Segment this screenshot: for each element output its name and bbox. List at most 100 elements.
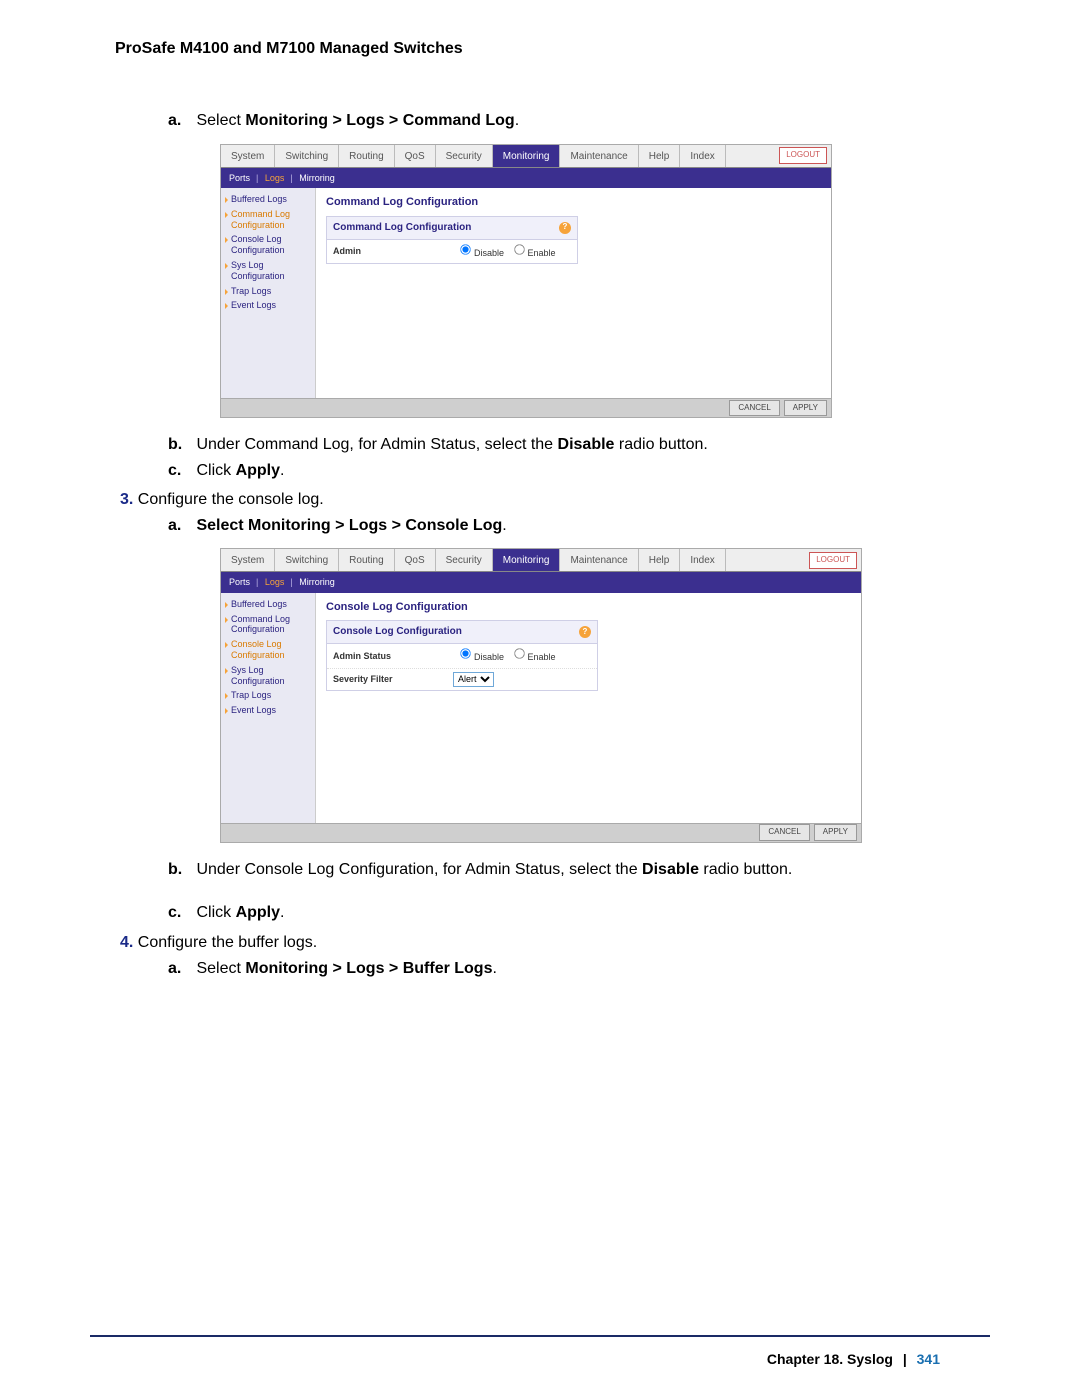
step-label: a. [168, 513, 192, 539]
step-b1: b. Under Command Log, for Admin Status, … [120, 432, 990, 458]
subtab-ports[interactable]: Ports [229, 173, 250, 183]
period: . [280, 904, 284, 921]
subtab-logs[interactable]: Logs [265, 173, 285, 183]
tab-qos[interactable]: QoS [395, 145, 436, 167]
cancel-button[interactable]: CANCEL [759, 824, 809, 841]
period: . [515, 112, 519, 129]
document-header: ProSafe M4100 and M7100 Managed Switches [90, 40, 990, 108]
tab-switching[interactable]: Switching [275, 145, 339, 167]
config-panel: Command Log Configuration ? Admin Disabl… [326, 216, 578, 264]
step-label: a. [168, 108, 192, 134]
tab-maintenance[interactable]: Maintenance [560, 549, 638, 571]
logout-button[interactable]: LOGOUT [779, 147, 827, 164]
tab-monitoring[interactable]: Monitoring [493, 145, 561, 167]
tab-security[interactable]: Security [436, 145, 493, 167]
step-bold: Monitoring > Logs > Command Log [245, 112, 514, 129]
tab-system[interactable]: System [221, 145, 275, 167]
step-text: Configure the console log. [138, 491, 324, 508]
step-text: Under Console Log Configuration, for Adm… [196, 861, 560, 878]
step-a2: a. Select Monitoring > Logs > Console Lo… [120, 513, 990, 539]
subtab-sep: | [290, 173, 292, 183]
subtab-mirroring[interactable]: Mirroring [299, 577, 335, 587]
admin-label: Admin [333, 244, 453, 258]
period: . [492, 960, 496, 977]
step-c2: c. Click Apply. [120, 900, 990, 926]
sidebar: Buffered Logs Command Log Configuration … [221, 593, 316, 823]
comma: , select the [560, 861, 642, 878]
step-label: c. [168, 458, 192, 484]
content-title: Console Log Configuration [326, 599, 851, 617]
step-bold: Apply [236, 904, 280, 921]
tab-maintenance[interactable]: Maintenance [560, 145, 638, 167]
content-area: Command Log Configuration Command Log Co… [316, 188, 831, 398]
tab-qos[interactable]: QoS [395, 549, 436, 571]
severity-controls: Alert [453, 672, 591, 687]
radio-disable-label: Disable [474, 652, 504, 662]
subtab-mirroring[interactable]: Mirroring [299, 173, 335, 183]
radio-disable[interactable] [460, 244, 470, 254]
sidebar-item-trap-logs[interactable]: Trap Logs [223, 688, 313, 703]
tab-index[interactable]: Index [680, 549, 725, 571]
radio-enable-label: Enable [528, 248, 556, 258]
tab-monitoring[interactable]: Monitoring [493, 549, 561, 571]
step-number: 4. [120, 934, 133, 951]
step-c1: c. Click Apply. [120, 458, 990, 484]
tab-help[interactable]: Help [639, 145, 681, 167]
severity-select[interactable]: Alert [453, 672, 494, 687]
tab-switching[interactable]: Switching [275, 549, 339, 571]
sidebar-item-trap-logs[interactable]: Trap Logs [223, 284, 313, 299]
tab-routing[interactable]: Routing [339, 145, 394, 167]
step-bold: Disable [642, 861, 699, 878]
apply-button[interactable]: APPLY [784, 400, 827, 417]
sidebar-item-command-log[interactable]: Command Log Configuration [223, 612, 313, 638]
step-bold: Select Monitoring > Logs > Console Log [196, 517, 502, 534]
tab-routing[interactable]: Routing [339, 549, 394, 571]
main-tabs: System Switching Routing QoS Security Mo… [221, 145, 831, 168]
radio-enable[interactable] [514, 649, 524, 659]
step-label: b. [168, 857, 192, 883]
sidebar-item-buffered-logs[interactable]: Buffered Logs [223, 597, 313, 612]
tab-security[interactable]: Security [436, 549, 493, 571]
footer-rule [90, 1335, 990, 1337]
admin-row: Admin Disable Enable [327, 240, 577, 263]
step-a1: a. Select Monitoring > Logs > Command Lo… [120, 108, 990, 134]
severity-row: Severity Filter Alert [327, 669, 597, 690]
cancel-button[interactable]: CANCEL [729, 400, 779, 417]
instructions: a. Select Monitoring > Logs > Command Lo… [90, 108, 990, 981]
tab-help[interactable]: Help [639, 549, 681, 571]
sidebar-item-console-log[interactable]: Console Log Configuration [223, 232, 313, 258]
step-bold: Monitoring > Logs > Buffer Logs [245, 960, 492, 977]
step-b2: b. Under Console Log Configuration, for … [120, 857, 990, 883]
main-tabs: System Switching Routing QoS Security Mo… [221, 549, 861, 572]
logout-button[interactable]: LOGOUT [809, 552, 857, 569]
subtab-sep: | [256, 173, 258, 183]
step-text: Under Command Log, for Admin Status, sel… [196, 436, 557, 453]
sidebar-item-syslog[interactable]: Sys Log Configuration [223, 663, 313, 689]
sidebar-item-event-logs[interactable]: Event Logs [223, 703, 313, 718]
sidebar: Buffered Logs Command Log Configuration … [221, 188, 316, 398]
sidebar-item-syslog[interactable]: Sys Log Configuration [223, 258, 313, 284]
tab-system[interactable]: System [221, 549, 275, 571]
apply-button[interactable]: APPLY [814, 824, 857, 841]
panel-header: Command Log Configuration ? [327, 217, 577, 240]
step-label: a. [168, 956, 192, 982]
subtab-ports[interactable]: Ports [229, 577, 250, 587]
sidebar-item-command-log[interactable]: Command Log Configuration [223, 207, 313, 233]
sidebar-item-buffered-logs[interactable]: Buffered Logs [223, 192, 313, 207]
sidebar-item-event-logs[interactable]: Event Logs [223, 298, 313, 313]
step-bold: Apply [236, 462, 280, 479]
subtab-logs[interactable]: Logs [265, 577, 285, 587]
help-icon[interactable]: ? [559, 222, 571, 234]
step-text: radio button. [614, 436, 707, 453]
step-a3: a. Select Monitoring > Logs > Buffer Log… [120, 956, 990, 982]
footer-bar: CANCEL APPLY [221, 398, 831, 417]
radio-enable[interactable] [514, 244, 524, 254]
radio-disable[interactable] [460, 649, 470, 659]
step-text: radio button. [699, 861, 792, 878]
page-number: 341 [917, 1351, 940, 1367]
tab-index[interactable]: Index [680, 145, 725, 167]
sidebar-item-console-log[interactable]: Console Log Configuration [223, 637, 313, 663]
subtab-sep: | [256, 577, 258, 587]
step-bold: Disable [558, 436, 615, 453]
help-icon[interactable]: ? [579, 626, 591, 638]
